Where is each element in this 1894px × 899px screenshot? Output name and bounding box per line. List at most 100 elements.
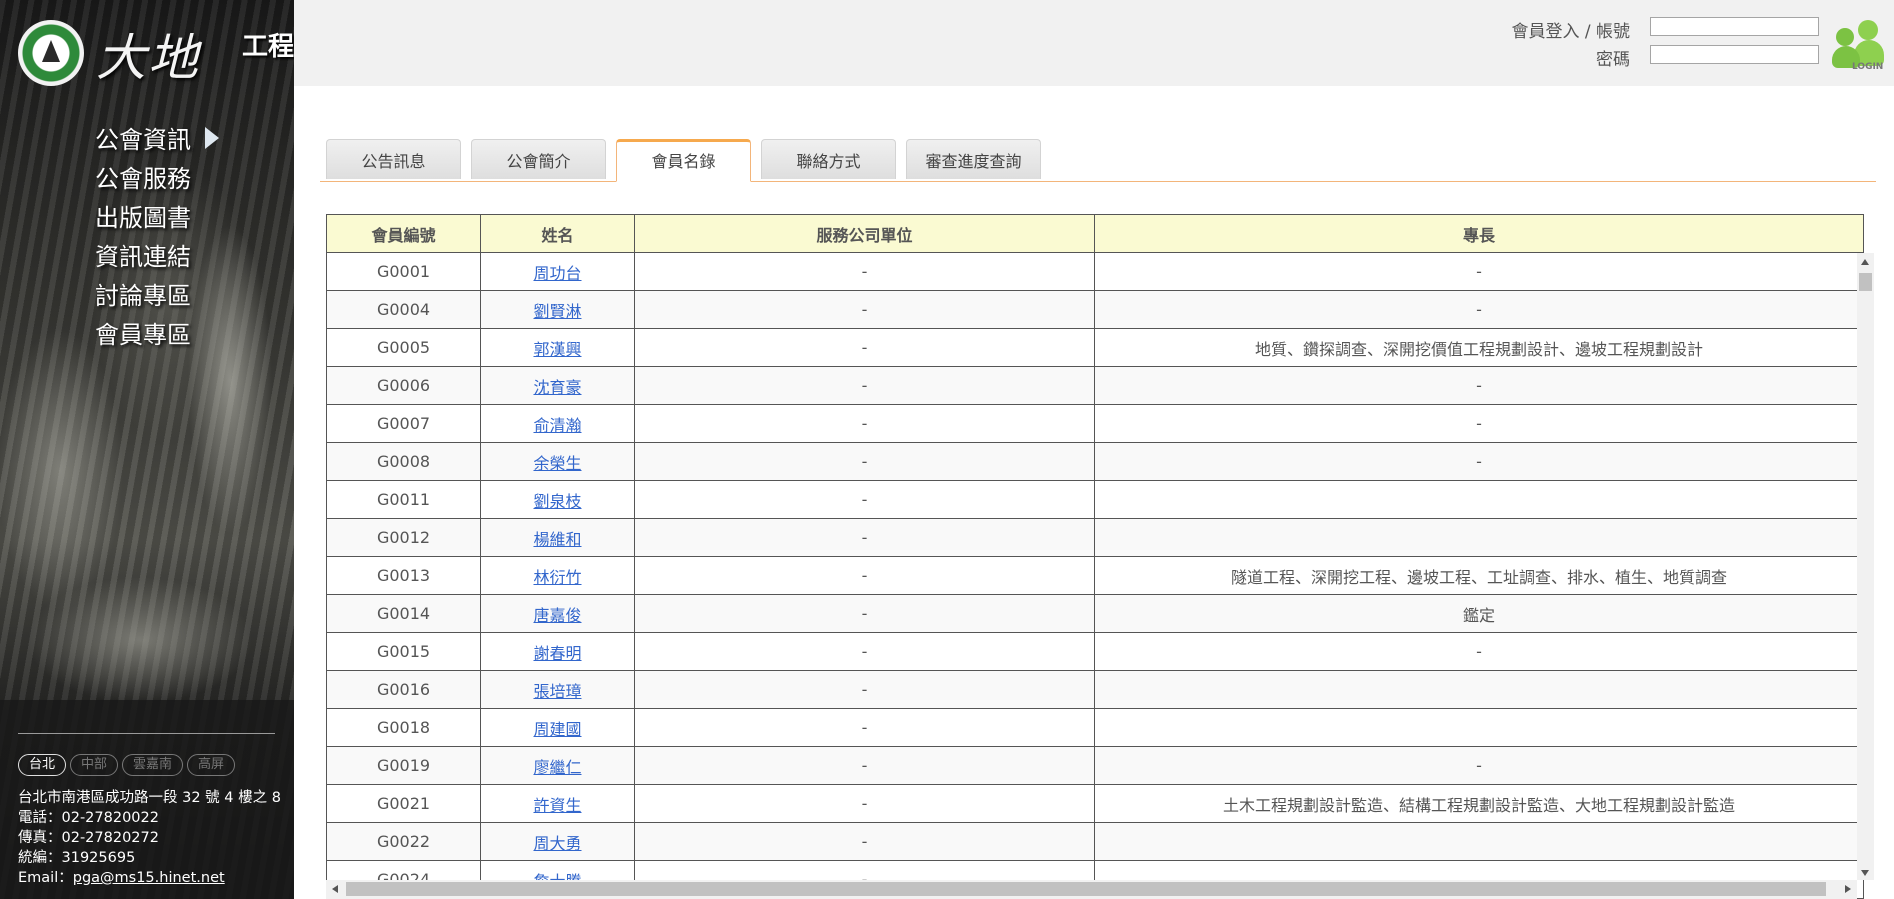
cell-company: - [634,366,1095,405]
login-button-text: LOGIN [1852,62,1884,72]
column-header-name[interactable]: 姓名 [480,214,635,253]
tab-announcements[interactable]: 公告訊息 [326,139,461,179]
cell-member-id: G0005 [326,328,481,367]
cell-company: - [634,252,1095,291]
horizontal-scrollbar[interactable] [326,880,1857,899]
cell-name: 唐嘉俊 [480,594,635,633]
table-row: G0004 劉賢淋 - - [326,290,1864,329]
cell-member-id: G0012 [326,518,481,557]
horizontal-scroll-thumb[interactable] [346,882,1826,896]
nav-item-members[interactable]: 會員專區 [95,313,219,352]
account-input[interactable] [1650,17,1819,36]
nav-item-label: 討論專區 [95,282,191,310]
column-header-expertise[interactable]: 專長 [1094,214,1864,253]
member-name-link[interactable]: 許資生 [533,796,581,815]
sidebar: 大地 工程技師公會 公會資訊 公會服務 出版圖書 資訊連結 討論專區 會員專區 … [0,0,294,899]
member-name-link[interactable]: 俞清瀚 [533,416,581,435]
nav-item-services[interactable]: 公會服務 [95,157,219,196]
cell-member-id: G0008 [326,442,481,481]
member-name-link[interactable]: 沈育豪 [533,378,581,397]
cell-company: - [634,480,1095,519]
cell-name: 劉賢淋 [480,290,635,329]
region-button-central[interactable]: 中部 [70,754,119,776]
cell-member-id: G0006 [326,366,481,405]
region-selector: 台北 中部 雲嘉南 高屏 [18,754,236,776]
contact-email-link[interactable]: pga@ms15.hinet.net [73,870,225,886]
cell-name: 余榮生 [480,442,635,481]
user-icon-head [1836,28,1854,46]
nav-item-info[interactable]: 公會資訊 [95,118,219,157]
member-name-link[interactable]: 廖繼仁 [533,758,581,777]
password-label: 密碼 [1596,50,1630,70]
member-name-link[interactable]: 周功台 [533,264,581,283]
cell-expertise: - [1094,442,1864,481]
login-button[interactable]: LOGIN [1832,18,1888,74]
scroll-thumb[interactable] [1859,273,1872,291]
table-header-row: 會員編號 姓名 服務公司單位 專長 [326,214,1864,253]
cell-member-id: G0007 [326,404,481,443]
tab-contact[interactable]: 聯絡方式 [761,139,896,179]
cell-name: 俞清瀚 [480,404,635,443]
member-name-link[interactable]: 劉泉枝 [533,492,581,511]
table-row: G0011 劉泉枝 - [326,480,1864,519]
table-row: G0018 周建國 - [326,708,1864,747]
association-logo-icon[interactable] [18,20,84,86]
brand-name-small: 工程技師公會 [242,32,294,62]
member-name-link[interactable]: 林衍竹 [533,568,581,587]
member-name-link[interactable]: 唐嘉俊 [533,606,581,625]
column-header-company[interactable]: 服務公司單位 [634,214,1095,253]
column-header-member-id[interactable]: 會員編號 [326,214,481,253]
tab-review-progress[interactable]: 審查進度查詢 [906,139,1041,179]
triangle-right-icon [205,126,219,149]
account-label: 會員登入 / 帳號 [1511,22,1630,42]
region-button-yunchianan[interactable]: 雲嘉南 [122,754,184,776]
member-name-link[interactable]: 楊維和 [533,530,581,549]
cell-name: 郭漢興 [480,328,635,367]
nav-item-publications[interactable]: 出版圖書 [95,196,219,235]
table-row: G0007 俞清瀚 - - [326,404,1864,443]
cell-name: 周功台 [480,252,635,291]
member-table-body: G0001 周功台 - - G0004 劉賢淋 - - G0005 郭漢興 - 地質、鑽探調查、深開挖… [326,252,1864,899]
user-group-icon [1858,20,1878,40]
cell-member-id: G0001 [326,252,481,291]
scroll-up-icon[interactable] [1861,259,1869,265]
nav-item-forum[interactable]: 討論專區 [95,274,219,313]
contact-address: 台北市南港區成功路一段 32 號 4 樓之 8 [18,790,281,806]
cell-expertise: - [1094,290,1864,329]
cell-member-id: G0014 [326,594,481,633]
cell-member-id: G0015 [326,632,481,671]
region-button-taipei[interactable]: 台北 [18,754,67,776]
nav-item-label: 公會服務 [95,165,191,193]
cell-expertise: 地質、鑽探調查、深開挖價值工程規劃設計、邊坡工程規劃設計 [1094,328,1864,367]
member-name-link[interactable]: 余榮生 [533,454,581,473]
cell-name: 廖繼仁 [480,746,635,785]
member-name-link[interactable]: 周大勇 [533,834,581,853]
region-button-kaoping[interactable]: 高屏 [187,754,236,776]
contact-info: 台北市南港區成功路一段 32 號 4 樓之 8 電話：02-27820022 傳… [18,788,281,888]
cell-name: 林衍竹 [480,556,635,595]
cell-company: - [634,442,1095,481]
main-nav: 公會資訊 公會服務 出版圖書 資訊連結 討論專區 會員專區 [95,118,219,352]
scroll-left-icon[interactable] [332,885,338,893]
nav-item-links[interactable]: 資訊連結 [95,235,219,274]
cell-member-id: G0021 [326,784,481,823]
member-name-link[interactable]: 劉賢淋 [533,302,581,321]
table-row: G0008 余榮生 - - [326,442,1864,481]
member-name-link[interactable]: 郭漢興 [533,340,581,359]
cell-expertise: - [1094,746,1864,785]
table-row: G0022 周大勇 - [326,822,1864,861]
cell-member-id: G0019 [326,746,481,785]
password-input[interactable] [1650,45,1819,64]
cell-company: - [634,670,1095,709]
tab-member-directory[interactable]: 會員名錄 [616,139,751,182]
contact-phone: 電話：02-27820022 [18,810,159,826]
member-name-link[interactable]: 謝春明 [533,644,581,663]
tab-introduction[interactable]: 公會簡介 [471,139,606,179]
cell-company: - [634,594,1095,633]
vertical-scrollbar[interactable] [1857,253,1874,880]
scroll-right-icon[interactable] [1845,885,1851,893]
scroll-down-icon[interactable] [1861,870,1869,876]
table-row: G0016 張培璋 - [326,670,1864,709]
member-name-link[interactable]: 張培璋 [533,682,581,701]
member-name-link[interactable]: 周建國 [533,720,581,739]
